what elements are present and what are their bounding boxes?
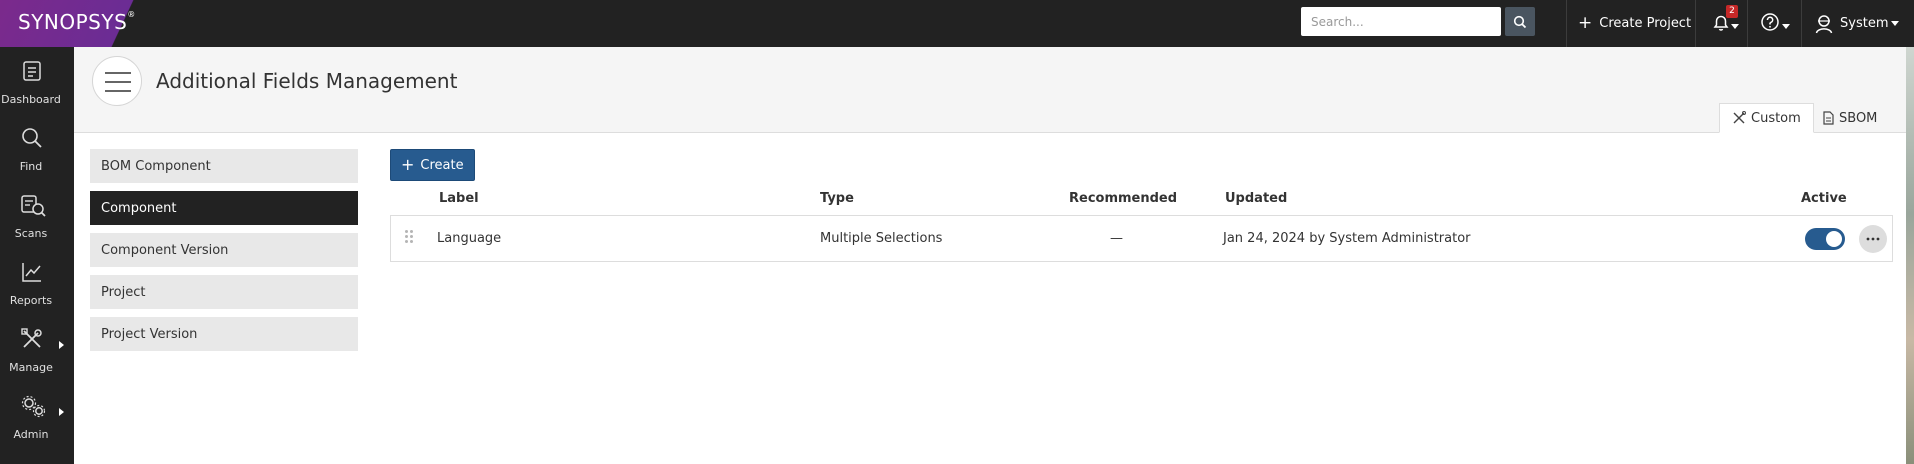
nav-label: Manage (9, 361, 53, 374)
create-field-button[interactable]: + Create (390, 149, 475, 181)
plus-icon: + (401, 155, 415, 174)
synopsys-logo[interactable]: SYNOPSYS® (18, 10, 136, 34)
create-label: Create (420, 157, 464, 173)
notification-count-badge: 2 (1726, 5, 1738, 18)
document-icon (1823, 111, 1834, 125)
column-header-label[interactable]: Label (439, 191, 479, 206)
field-label[interactable]: Language (437, 231, 501, 246)
row-actions-button[interactable] (1859, 225, 1887, 253)
divider (1695, 0, 1696, 47)
create-project-label: Create Project (1599, 16, 1692, 31)
global-search-input[interactable] (1301, 7, 1501, 36)
user-icon (1815, 14, 1833, 33)
category-label: BOM Component (101, 158, 211, 174)
category-component-version[interactable]: Component Version (90, 233, 358, 267)
category-component[interactable]: Component (90, 191, 358, 225)
category-project[interactable]: Project (90, 275, 358, 309)
left-navigation: Dashboard Find Scans Reports Manage Admi… (0, 47, 74, 464)
create-project-button[interactable]: + Create Project (1578, 0, 1691, 47)
nav-label: Admin (13, 428, 49, 441)
field-recommended: — (1110, 231, 1123, 246)
search-icon (1513, 15, 1527, 28)
chevron-down-icon (1731, 24, 1739, 29)
tab-sbom[interactable]: SBOM (1810, 103, 1889, 133)
dashboard-icon (23, 61, 41, 81)
plus-icon: + (1578, 13, 1593, 33)
nav-label: Reports (9, 294, 53, 307)
hamburger-icon (105, 90, 131, 92)
category-project-version[interactable]: Project Version (90, 317, 358, 351)
chevron-right-icon (59, 408, 64, 416)
field-type: Multiple Selections (820, 231, 943, 246)
chevron-right-icon (59, 341, 64, 349)
chevron-down-icon (1782, 24, 1790, 29)
nav-label: Scans (14, 227, 48, 240)
nav-item-manage[interactable]: Manage (0, 321, 74, 383)
column-header-type[interactable]: Type (820, 191, 854, 206)
nav-label: Dashboard (1, 93, 61, 106)
gears-icon (21, 395, 46, 418)
category-label: Project Version (101, 326, 198, 342)
wrench-icon (1733, 111, 1746, 124)
category-label: Project (101, 284, 146, 300)
nav-item-admin[interactable]: Admin (0, 388, 74, 450)
field-updated: Jan 24, 2024 by System Administrator (1223, 231, 1471, 246)
drag-handle-icon[interactable] (405, 230, 415, 246)
background-edge (1906, 47, 1914, 464)
scans-icon (21, 195, 46, 217)
tab-label: Custom (1751, 110, 1801, 126)
chart-icon (22, 263, 41, 282)
category-label: Component Version (101, 242, 229, 258)
hamburger-icon (105, 72, 131, 74)
top-bar: SYNOPSYS® + Create Project 2 (0, 0, 1914, 47)
brand-area[interactable]: SYNOPSYS® (0, 0, 168, 47)
column-header-updated[interactable]: Updated (1225, 191, 1287, 206)
help-button[interactable] (1759, 10, 1795, 38)
divider (1801, 0, 1802, 47)
category-bom-component[interactable]: BOM Component (90, 149, 358, 183)
search-icon (22, 128, 42, 148)
page-title: Additional Fields Management (156, 69, 458, 93)
divider (1566, 0, 1567, 47)
table-row: Language Multiple Selections — Jan 24, 2… (390, 215, 1893, 262)
nav-item-scans[interactable]: Scans (0, 187, 74, 249)
nav-item-find[interactable]: Find (0, 120, 74, 182)
tools-icon (21, 328, 42, 348)
column-header-active[interactable]: Active (1801, 191, 1847, 206)
active-toggle[interactable] (1805, 228, 1845, 250)
search-button[interactable] (1505, 7, 1535, 36)
hamburger-icon (105, 81, 131, 83)
user-name: System (1840, 16, 1889, 31)
nav-item-dashboard[interactable]: Dashboard (0, 53, 74, 115)
nav-item-reports[interactable]: Reports (0, 254, 74, 316)
more-horizontal-icon (1866, 237, 1880, 241)
page-header: Additional Fields Management Custom SBOM (74, 47, 1914, 133)
nav-label: Find (19, 160, 43, 173)
category-label: Component (101, 200, 177, 216)
user-menu-button[interactable]: System (1813, 0, 1900, 47)
tab-custom[interactable]: Custom (1719, 103, 1814, 133)
column-header-recommended[interactable]: Recommended (1069, 191, 1177, 206)
chevron-down-icon (1891, 21, 1900, 26)
divider (1747, 0, 1748, 47)
page-menu-button[interactable] (92, 56, 142, 106)
toggle-knob (1826, 231, 1842, 247)
tab-label: SBOM (1839, 110, 1878, 126)
